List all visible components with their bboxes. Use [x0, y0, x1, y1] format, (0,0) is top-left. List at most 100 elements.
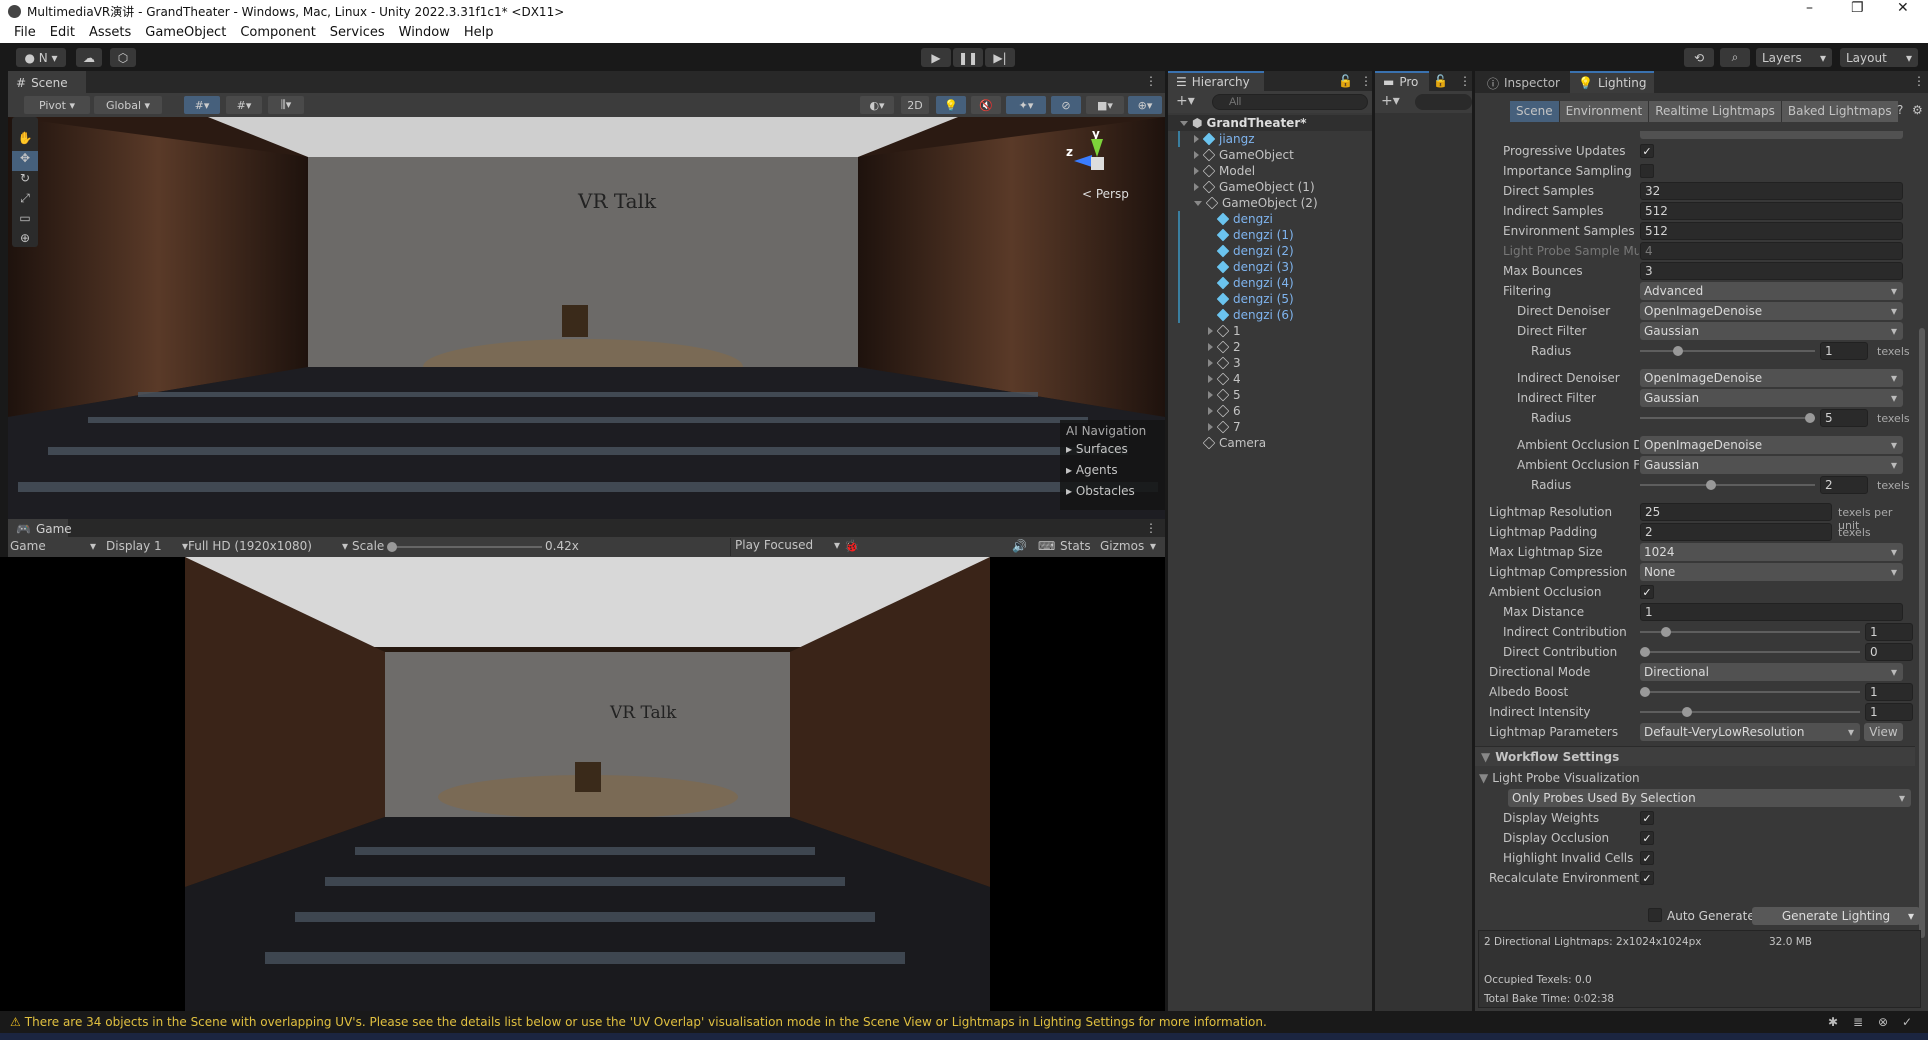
setting-checkbox[interactable]	[1640, 164, 1654, 178]
play-mode-dropdown[interactable]: Play Focused ▾	[730, 538, 840, 556]
more-options-icon[interactable]: ⋮	[1145, 74, 1157, 88]
slider-track[interactable]	[1640, 631, 1860, 633]
draw-mode-dropdown[interactable]: ◐▾	[860, 96, 894, 114]
progress-off-icon[interactable]: ⊗	[1878, 1015, 1888, 1029]
hierarchy-search-input[interactable]	[1212, 94, 1368, 110]
slider-track[interactable]	[1640, 711, 1860, 713]
resolution-dropdown[interactable]: Full HD (1920x1080) ▾	[188, 539, 348, 553]
hierarchy-item[interactable]: Camera	[1194, 435, 1266, 451]
foldout-closed-icon[interactable]	[1194, 167, 1199, 175]
tab-inspector[interactable]: ⓘ Inspector	[1479, 71, 1567, 93]
hierarchy-item[interactable]: jiangz	[1178, 131, 1255, 147]
setting-field[interactable]: 2	[1640, 523, 1832, 541]
slider-value-field[interactable]: 5	[1820, 409, 1868, 427]
global-dropdown[interactable]: Global ▾	[94, 96, 162, 114]
hierarchy-item[interactable]: dengzi (2)	[1178, 243, 1294, 259]
slider-knob[interactable]	[1706, 480, 1716, 490]
add-button[interactable]: +▾	[1176, 93, 1195, 109]
setting-dropdown[interactable]: Advanced	[1640, 282, 1903, 300]
ai-nav-surfaces[interactable]: ▸ Surfaces	[1066, 442, 1159, 456]
foldout-closed-icon[interactable]	[1194, 151, 1199, 159]
visibility-toggle[interactable]: ⊘	[1051, 96, 1081, 114]
undo-history-button[interactable]: ⟲	[1684, 48, 1714, 67]
foldout-closed-icon[interactable]	[1208, 343, 1213, 351]
slider-knob[interactable]	[1640, 647, 1650, 657]
slider-track[interactable]	[1640, 651, 1860, 653]
setting-dropdown[interactable]: OpenImageDenoise	[1640, 302, 1903, 320]
hierarchy-item[interactable]: 2	[1208, 339, 1241, 355]
setting-dropdown[interactable]: Directional	[1640, 663, 1903, 681]
gizmo-center-cube[interactable]	[1091, 157, 1104, 170]
menu-window[interactable]: Window	[399, 25, 450, 40]
foldout-closed-icon[interactable]	[1208, 391, 1213, 399]
scene-viewport[interactable]: VR Talk ✋ ✥ ↻ ⤢ ▭ ⊕ y z < Persp AI Navig…	[8, 117, 1165, 519]
status-bar[interactable]: ⚠ There are 34 objects in the Scene with…	[0, 1011, 1928, 1033]
lock-icon[interactable]: 🔓	[1338, 74, 1353, 88]
gizmos-dropdown[interactable]: ⊕▾	[1128, 96, 1162, 114]
workflow-settings-header[interactable]: ▼ Workflow Settings	[1475, 746, 1915, 766]
perspective-toggle[interactable]: < Persp	[1082, 187, 1129, 201]
minimize-icon[interactable]: –	[1806, 0, 1813, 16]
slider-knob[interactable]	[1805, 413, 1815, 423]
axis-z-cone-icon[interactable]	[1074, 155, 1092, 167]
scale-slider-knob[interactable]	[387, 542, 397, 552]
audio-toggle[interactable]: 🔇	[971, 96, 1001, 114]
setting-dropdown[interactable]: None	[1640, 563, 1903, 581]
camera-dropdown[interactable]: ■▾	[1086, 96, 1124, 114]
tab-hierarchy[interactable]: ☰ Hierarchy	[1168, 71, 1264, 91]
scrollbar-thumb[interactable]	[1919, 328, 1925, 938]
grid-snap-button[interactable]: #▾	[184, 96, 220, 114]
slider-track[interactable]	[1640, 350, 1815, 352]
tab-project[interactable]: ▬ Pro	[1375, 71, 1429, 91]
audio-icon[interactable]: 🔊	[1012, 539, 1027, 553]
axis-y-cone-icon[interactable]	[1091, 139, 1103, 157]
slider-track[interactable]	[1640, 691, 1860, 693]
more-options-icon[interactable]: ⋮	[1459, 74, 1471, 88]
2d-toggle[interactable]: 2D	[901, 96, 929, 114]
debug-off-icon[interactable]: ✱	[1828, 1015, 1838, 1029]
subtab-realtime-lightmaps[interactable]: Realtime Lightmaps	[1648, 101, 1781, 122]
setting-checkbox[interactable]: ✓	[1640, 585, 1654, 599]
setting-dropdown[interactable]: 1024	[1640, 543, 1903, 561]
rotate-tool-icon[interactable]: ↻	[12, 171, 38, 191]
tab-game[interactable]: 🎮 Game	[8, 519, 72, 537]
foldout-closed-icon[interactable]	[1208, 375, 1213, 383]
more-options-icon[interactable]: ⋮	[1913, 74, 1925, 88]
hierarchy-item[interactable]: dengzi (6)	[1178, 307, 1294, 323]
chevron-down-icon[interactable]: ▾	[1908, 907, 1914, 925]
foldout-closed-icon[interactable]	[1194, 135, 1199, 143]
move-tool-icon[interactable]: ✥	[12, 151, 38, 171]
slider-track[interactable]	[1640, 484, 1815, 486]
keyboard-icon[interactable]: ⌨	[1038, 539, 1055, 553]
pivot-dropdown[interactable]: Pivot ▾	[24, 96, 90, 114]
bug-icon[interactable]: 🐞	[844, 539, 859, 553]
workflow-checkbox[interactable]: ✓	[1640, 851, 1654, 865]
hierarchy-item[interactable]: dengzi	[1178, 211, 1273, 227]
hierarchy-item[interactable]: 4	[1208, 371, 1241, 387]
chevron-down-icon[interactable]: ▾	[1150, 539, 1156, 553]
foldout-open-icon[interactable]	[1194, 200, 1202, 206]
auto-generate-checkbox[interactable]	[1648, 908, 1662, 922]
slider-value-field[interactable]: 1	[1865, 623, 1913, 641]
tab-scene[interactable]: # Scene	[8, 71, 86, 93]
subtab-environment[interactable]: Environment	[1558, 101, 1649, 122]
cloud-button[interactable]: ☁	[76, 48, 102, 67]
step-button[interactable]: ▶|	[985, 48, 1015, 67]
effects-dropdown[interactable]: ✦▾	[1006, 96, 1046, 114]
setting-dropdown[interactable]: OpenImageDenoise	[1640, 436, 1903, 454]
more-options-icon[interactable]: ⋮	[1360, 74, 1372, 88]
foldout-closed-icon[interactable]	[1208, 359, 1213, 367]
slider-value-field[interactable]: 1	[1865, 703, 1913, 721]
slider-knob[interactable]	[1673, 346, 1683, 356]
hierarchy-item[interactable]: 7	[1208, 419, 1241, 435]
hierarchy-item[interactable]: dengzi (3)	[1178, 259, 1294, 275]
add-button[interactable]: +▾	[1381, 93, 1400, 109]
inspector-scrollbar[interactable]	[1918, 133, 1926, 953]
slider-value-field[interactable]: 1	[1820, 342, 1868, 360]
setting-field[interactable]: 3	[1640, 262, 1903, 280]
tab-lighting[interactable]: 💡 Lighting	[1570, 71, 1654, 93]
hierarchy-item[interactable]: GameObject (1)	[1194, 179, 1315, 195]
menu-component[interactable]: Component	[240, 25, 315, 40]
foldout-closed-icon[interactable]	[1208, 423, 1213, 431]
transform-tool-icon[interactable]: ⊕	[12, 231, 38, 251]
